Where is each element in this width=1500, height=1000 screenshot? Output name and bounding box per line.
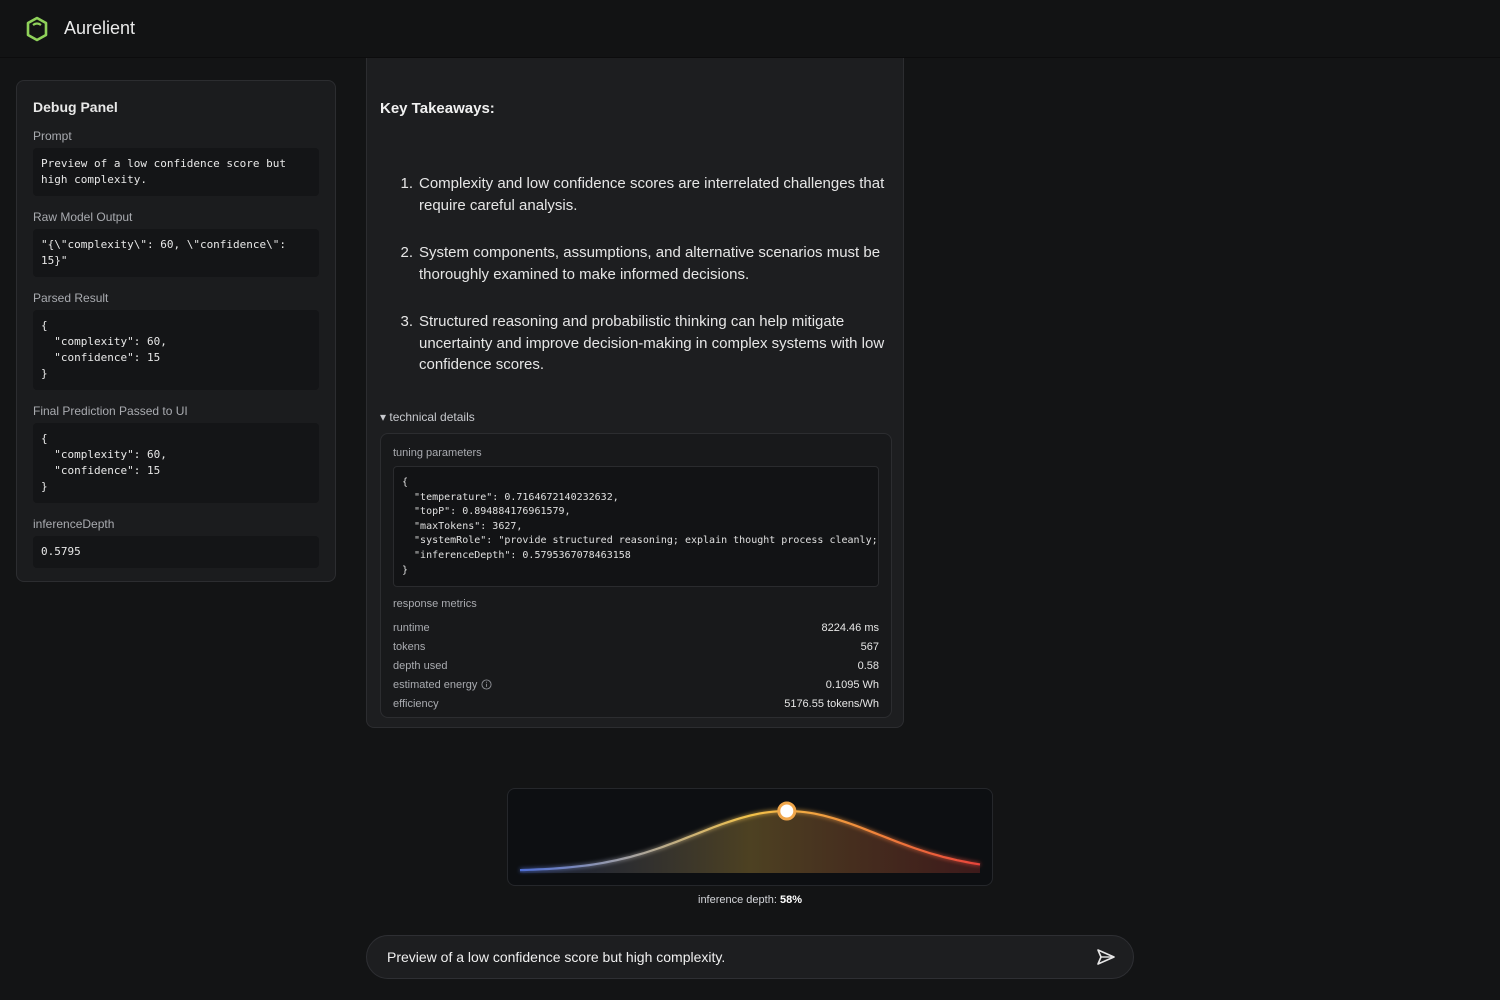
metric-name: efficiency bbox=[393, 697, 439, 710]
inference-depth-readout: inference depth: 58% bbox=[0, 894, 1500, 906]
list-item: 2. System components, assumptions, and a… bbox=[380, 242, 890, 285]
send-button[interactable] bbox=[1093, 944, 1119, 970]
inference-depth-meter[interactable] bbox=[507, 788, 993, 886]
response-card: Key Takeaways: 1. Complexity and low con… bbox=[366, 58, 904, 728]
inference-depth-readout-value: 58% bbox=[779, 894, 802, 906]
technical-details-panel: tuning parameters { "temperature": 0.716… bbox=[380, 433, 892, 718]
metric-name: runtime bbox=[393, 622, 430, 635]
final-prediction-label: Final Prediction Passed to UI bbox=[33, 404, 188, 418]
list-item-number: 1. bbox=[400, 175, 413, 192]
metric-name-with-info: estimated energy bbox=[393, 679, 492, 691]
list-item-number: 2. bbox=[400, 244, 413, 261]
send-icon bbox=[1097, 949, 1115, 965]
metric-name: estimated energy bbox=[393, 678, 478, 691]
metric-row-depth-used: depth used 0.58 bbox=[393, 657, 879, 676]
metric-value: 8224.46 ms bbox=[821, 622, 879, 635]
info-icon[interactable] bbox=[481, 679, 492, 690]
metric-value: 567 bbox=[860, 641, 879, 654]
inference-depth-label: inferenceDepth bbox=[33, 517, 115, 531]
raw-output-label: Raw Model Output bbox=[33, 210, 133, 224]
response-metrics-label: response metrics bbox=[393, 598, 477, 610]
depth-curve-area bbox=[520, 811, 980, 873]
metric-value: 0.1095 Wh bbox=[825, 678, 879, 691]
inference-depth-value: 0.5795 bbox=[33, 536, 319, 568]
depth-knob-center bbox=[782, 806, 792, 816]
metric-row-efficiency: efficiency 5176.55 tokens/Wh bbox=[393, 694, 879, 713]
metric-row-tokens: tokens 567 bbox=[393, 638, 879, 657]
prompt-value: Preview of a low confidence score but hi… bbox=[33, 148, 319, 196]
list-item: 3. Structured reasoning and probabilisti… bbox=[380, 311, 890, 376]
inference-depth-readout-label: inference depth: bbox=[698, 894, 777, 906]
tuning-parameters-code: { "temperature": 0.7164672140232632, "to… bbox=[393, 466, 879, 587]
final-prediction-value: { "complexity": 60, "confidence": 15 } bbox=[33, 423, 319, 503]
parsed-result-value: { "complexity": 60, "confidence": 15 } bbox=[33, 310, 319, 390]
metric-name: depth used bbox=[393, 659, 448, 672]
top-bar: Aurelient bbox=[0, 0, 1500, 58]
message-composer bbox=[366, 935, 1134, 979]
message-input[interactable] bbox=[387, 949, 1093, 965]
takeaways-heading: Key Takeaways: bbox=[380, 100, 495, 117]
list-item-text: System components, assumptions, and alte… bbox=[419, 244, 881, 283]
metric-row-runtime: runtime 8224.46 ms bbox=[393, 619, 879, 638]
list-item-text: Structured reasoning and probabilistic t… bbox=[419, 313, 885, 373]
technical-details-toggle[interactable]: ▾ technical details bbox=[380, 410, 475, 424]
metric-row-estimated-energy: estimated energy 0.1095 Wh bbox=[393, 675, 879, 694]
debug-panel: Debug Panel Prompt Preview of a low conf… bbox=[16, 80, 336, 582]
list-item-text: Complexity and low confidence scores are… bbox=[419, 175, 885, 214]
metric-name: tokens bbox=[393, 641, 426, 654]
list-item-number: 3. bbox=[400, 313, 413, 330]
raw-output-value: "{\"complexity\": 60, \"confidence\": 15… bbox=[33, 229, 319, 277]
prompt-label: Prompt bbox=[33, 129, 72, 143]
depth-curve bbox=[519, 801, 981, 873]
metric-value: 0.58 bbox=[857, 659, 879, 672]
metrics-table: runtime 8224.46 ms tokens 567 depth used… bbox=[393, 619, 879, 713]
takeaways-list: 1. Complexity and low confidence scores … bbox=[380, 173, 890, 402]
brand-name: Aurelient bbox=[64, 18, 136, 38]
parsed-result-label: Parsed Result bbox=[33, 291, 109, 305]
debug-panel-title: Debug Panel bbox=[33, 99, 118, 115]
logo-icon bbox=[26, 16, 48, 41]
list-item: 1. Complexity and low confidence scores … bbox=[380, 173, 890, 216]
metric-value: 5176.55 tokens/Wh bbox=[784, 697, 879, 710]
tuning-parameters-label: tuning parameters bbox=[393, 447, 482, 459]
